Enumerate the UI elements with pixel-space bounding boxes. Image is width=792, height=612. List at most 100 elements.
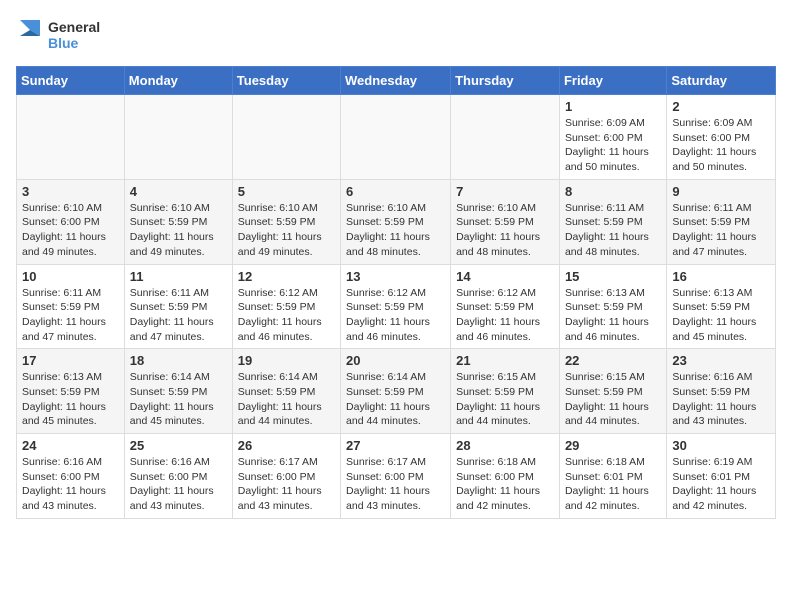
calendar-cell: 29 Sunrise: 6:18 AM Sunset: 6:01 PM Dayli… — [559, 434, 666, 519]
day-number: 6 — [346, 184, 445, 199]
calendar-cell: 2 Sunrise: 6:09 AM Sunset: 6:00 PM Daylig… — [667, 95, 776, 180]
calendar-cell: 7Sunrise: 6:10 AM Sunset: 5:59 PM Daylig… — [451, 179, 560, 264]
calendar-cell — [451, 95, 560, 180]
day-number: 7 — [456, 184, 554, 199]
day-info: Sunrise: 6:16 AM Sunset: 6:00 PM Dayligh… — [22, 455, 119, 514]
day-number: 11 — [130, 269, 227, 284]
calendar-header-tuesday: Tuesday — [232, 67, 340, 95]
day-info: Sunrise: 6:10 AM Sunset: 5:59 PM Dayligh… — [238, 201, 335, 260]
day-info: Sunrise: 6:13 AM Sunset: 5:59 PM Dayligh… — [672, 286, 770, 345]
calendar-cell: 12Sunrise: 6:12 AM Sunset: 5:59 PM Dayli… — [232, 264, 340, 349]
day-number: 15 — [565, 269, 661, 284]
calendar-cell: 5 Sunrise: 6:10 AM Sunset: 5:59 PM Daylig… — [232, 179, 340, 264]
calendar-header-thursday: Thursday — [451, 67, 560, 95]
day-number: 4 — [130, 184, 227, 199]
day-number: 14 — [456, 269, 554, 284]
calendar-cell: 3Sunrise: 6:10 AM Sunset: 6:00 PM Daylig… — [17, 179, 125, 264]
day-number: 3 — [22, 184, 119, 199]
day-info: Sunrise: 6:13 AM Sunset: 5:59 PM Dayligh… — [565, 286, 661, 345]
day-info: Sunrise: 6:19 AM Sunset: 6:01 PM Dayligh… — [672, 455, 770, 514]
calendar-cell: 15 Sunrise: 6:13 AM Sunset: 5:59 PM Dayli… — [559, 264, 666, 349]
day-number: 20 — [346, 353, 445, 368]
day-info: Sunrise: 6:16 AM Sunset: 5:59 PM Dayligh… — [672, 370, 770, 429]
calendar-cell: 23 Sunrise: 6:16 AM Sunset: 5:59 PM Dayli… — [667, 349, 776, 434]
calendar-cell: 26 Sunrise: 6:17 AM Sunset: 6:00 PM Dayli… — [232, 434, 340, 519]
calendar-week-1: 1 Sunrise: 6:09 AM Sunset: 6:00 PM Daylig… — [17, 95, 776, 180]
calendar-cell: 27 Sunrise: 6:17 AM Sunset: 6:00 PM Dayli… — [341, 434, 451, 519]
calendar-week-5: 24Sunrise: 6:16 AM Sunset: 6:00 PM Dayli… — [17, 434, 776, 519]
calendar-week-4: 17Sunrise: 6:13 AM Sunset: 5:59 PM Dayli… — [17, 349, 776, 434]
calendar-cell: 1 Sunrise: 6:09 AM Sunset: 6:00 PM Daylig… — [559, 95, 666, 180]
day-info: Sunrise: 6:16 AM Sunset: 6:00 PM Dayligh… — [130, 455, 227, 514]
calendar-cell: 4 Sunrise: 6:10 AM Sunset: 5:59 PM Daylig… — [124, 179, 232, 264]
day-info: Sunrise: 6:09 AM Sunset: 6:00 PM Dayligh… — [565, 116, 661, 175]
day-info: Sunrise: 6:14 AM Sunset: 5:59 PM Dayligh… — [238, 370, 335, 429]
day-number: 5 — [238, 184, 335, 199]
day-info: Sunrise: 6:12 AM Sunset: 5:59 PM Dayligh… — [238, 286, 335, 345]
calendar-cell: 8 Sunrise: 6:11 AM Sunset: 5:59 PM Daylig… — [559, 179, 666, 264]
day-info: Sunrise: 6:09 AM Sunset: 6:00 PM Dayligh… — [672, 116, 770, 175]
day-info: Sunrise: 6:11 AM Sunset: 5:59 PM Dayligh… — [22, 286, 119, 345]
day-info: Sunrise: 6:11 AM Sunset: 5:59 PM Dayligh… — [130, 286, 227, 345]
calendar-cell: 16 Sunrise: 6:13 AM Sunset: 5:59 PM Dayli… — [667, 264, 776, 349]
day-number: 13 — [346, 269, 445, 284]
day-number: 27 — [346, 438, 445, 453]
day-number: 16 — [672, 269, 770, 284]
calendar-cell: 19 Sunrise: 6:14 AM Sunset: 5:59 PM Dayli… — [232, 349, 340, 434]
day-number: 29 — [565, 438, 661, 453]
day-info: Sunrise: 6:18 AM Sunset: 6:00 PM Dayligh… — [456, 455, 554, 514]
svg-text:Blue: Blue — [48, 35, 79, 51]
day-number: 2 — [672, 99, 770, 114]
day-info: Sunrise: 6:15 AM Sunset: 5:59 PM Dayligh… — [565, 370, 661, 429]
day-number: 23 — [672, 353, 770, 368]
day-number: 17 — [22, 353, 119, 368]
day-info: Sunrise: 6:10 AM Sunset: 5:59 PM Dayligh… — [346, 201, 445, 260]
page-header: GeneralBlue — [16, 16, 776, 54]
day-number: 19 — [238, 353, 335, 368]
calendar-header-friday: Friday — [559, 67, 666, 95]
svg-text:General: General — [48, 19, 100, 35]
logo-icon: GeneralBlue — [16, 16, 106, 54]
calendar-header-monday: Monday — [124, 67, 232, 95]
calendar-cell: 21Sunrise: 6:15 AM Sunset: 5:59 PM Dayli… — [451, 349, 560, 434]
calendar-cell — [124, 95, 232, 180]
day-info: Sunrise: 6:14 AM Sunset: 5:59 PM Dayligh… — [130, 370, 227, 429]
day-info: Sunrise: 6:11 AM Sunset: 5:59 PM Dayligh… — [672, 201, 770, 260]
day-info: Sunrise: 6:11 AM Sunset: 5:59 PM Dayligh… — [565, 201, 661, 260]
day-info: Sunrise: 6:10 AM Sunset: 5:59 PM Dayligh… — [130, 201, 227, 260]
calendar-cell: 11 Sunrise: 6:11 AM Sunset: 5:59 PM Dayli… — [124, 264, 232, 349]
calendar: SundayMondayTuesdayWednesdayThursdayFrid… — [16, 66, 776, 519]
day-info: Sunrise: 6:15 AM Sunset: 5:59 PM Dayligh… — [456, 370, 554, 429]
day-number: 1 — [565, 99, 661, 114]
calendar-week-3: 10 Sunrise: 6:11 AM Sunset: 5:59 PM Dayli… — [17, 264, 776, 349]
day-info: Sunrise: 6:12 AM Sunset: 5:59 PM Dayligh… — [456, 286, 554, 345]
calendar-cell — [232, 95, 340, 180]
calendar-cell: 14 Sunrise: 6:12 AM Sunset: 5:59 PM Dayli… — [451, 264, 560, 349]
calendar-cell: 9 Sunrise: 6:11 AM Sunset: 5:59 PM Daylig… — [667, 179, 776, 264]
calendar-cell: 18Sunrise: 6:14 AM Sunset: 5:59 PM Dayli… — [124, 349, 232, 434]
day-number: 22 — [565, 353, 661, 368]
day-info: Sunrise: 6:18 AM Sunset: 6:01 PM Dayligh… — [565, 455, 661, 514]
logo: GeneralBlue — [16, 16, 106, 54]
calendar-cell: 22 Sunrise: 6:15 AM Sunset: 5:59 PM Dayli… — [559, 349, 666, 434]
calendar-header-saturday: Saturday — [667, 67, 776, 95]
day-number: 9 — [672, 184, 770, 199]
day-number: 25 — [130, 438, 227, 453]
calendar-cell: 10 Sunrise: 6:11 AM Sunset: 5:59 PM Dayli… — [17, 264, 125, 349]
day-info: Sunrise: 6:12 AM Sunset: 5:59 PM Dayligh… — [346, 286, 445, 345]
calendar-cell: 28Sunrise: 6:18 AM Sunset: 6:00 PM Dayli… — [451, 434, 560, 519]
calendar-cell: 20 Sunrise: 6:14 AM Sunset: 5:59 PM Dayli… — [341, 349, 451, 434]
calendar-header-wednesday: Wednesday — [341, 67, 451, 95]
calendar-cell: 13 Sunrise: 6:12 AM Sunset: 5:59 PM Dayli… — [341, 264, 451, 349]
calendar-cell: 25 Sunrise: 6:16 AM Sunset: 6:00 PM Dayli… — [124, 434, 232, 519]
day-number: 10 — [22, 269, 119, 284]
day-info: Sunrise: 6:14 AM Sunset: 5:59 PM Dayligh… — [346, 370, 445, 429]
day-info: Sunrise: 6:17 AM Sunset: 6:00 PM Dayligh… — [238, 455, 335, 514]
calendar-cell — [17, 95, 125, 180]
day-info: Sunrise: 6:17 AM Sunset: 6:00 PM Dayligh… — [346, 455, 445, 514]
calendar-cell: 30Sunrise: 6:19 AM Sunset: 6:01 PM Dayli… — [667, 434, 776, 519]
calendar-cell: 17Sunrise: 6:13 AM Sunset: 5:59 PM Dayli… — [17, 349, 125, 434]
day-number: 26 — [238, 438, 335, 453]
day-number: 8 — [565, 184, 661, 199]
calendar-header-row: SundayMondayTuesdayWednesdayThursdayFrid… — [17, 67, 776, 95]
